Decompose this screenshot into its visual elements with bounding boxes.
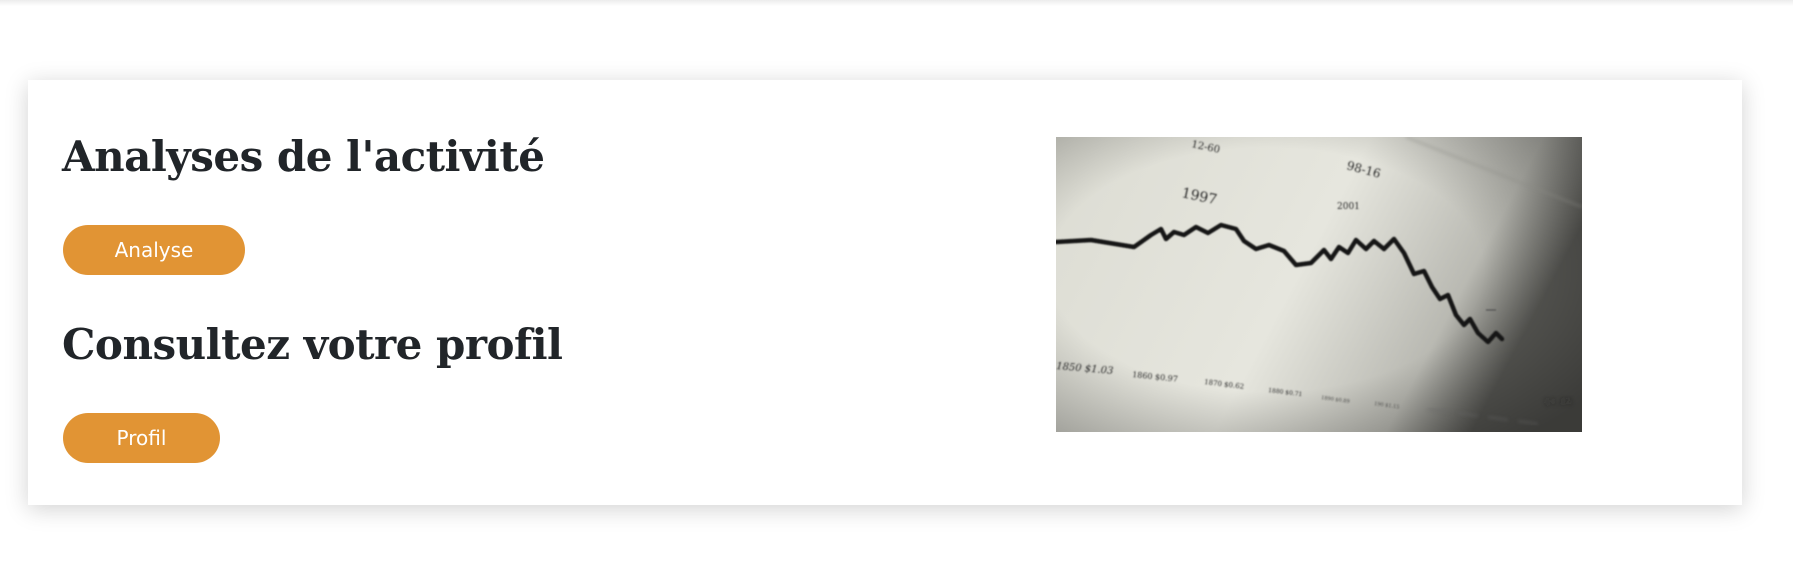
section-title-analyses: Analyses de l'activité bbox=[62, 132, 545, 181]
analyse-button[interactable]: Analyse bbox=[63, 225, 245, 275]
photo-label-2001: 2001 bbox=[1337, 202, 1360, 212]
content-card: Analyses de l'activité Analyse Consultez… bbox=[28, 80, 1742, 505]
section-title-profil: Consultez votre profil bbox=[62, 320, 563, 369]
photo-corner-label: $1.85 bbox=[1544, 397, 1573, 408]
profil-button[interactable]: Profil bbox=[63, 413, 220, 463]
stock-chart-photo: 1997 2001 98-16 12-60 1850 $1.03 1860 $0… bbox=[1056, 137, 1582, 432]
header-shadow bbox=[0, 0, 1793, 6]
